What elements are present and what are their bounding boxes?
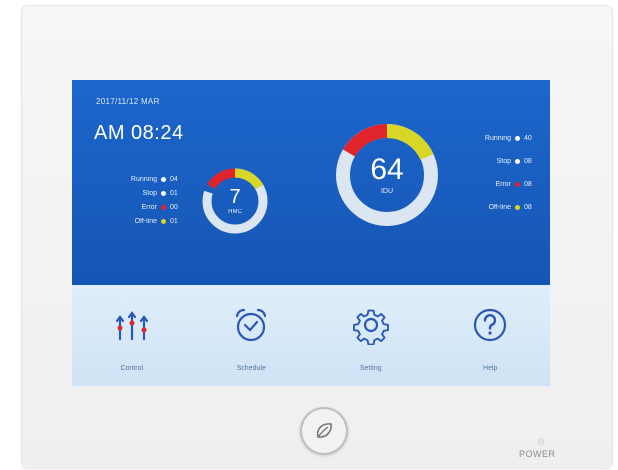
menu-label: Control (120, 365, 144, 372)
legend-value: 04 (170, 175, 178, 183)
legend-label: Running (484, 135, 511, 142)
gear-icon (349, 303, 393, 347)
idu-count: 64 (370, 153, 404, 186)
legend-value: 00 (170, 203, 178, 211)
hmc-legend: Running 04 Stop 01 Error 00 Off-line 01 (92, 172, 186, 228)
home-button[interactable] (300, 407, 348, 455)
status-dot (161, 218, 166, 224)
idu-label: IDU (380, 188, 394, 195)
hmc-label: HMC (228, 209, 242, 215)
menu-label: Help (483, 365, 498, 372)
idu-legend: Running 40 Stop 08 Error 08 Off-line 08 (420, 127, 540, 219)
legend-value: 01 (170, 189, 178, 197)
legend-label: Stop (496, 158, 511, 165)
legend-label: Stop (142, 189, 157, 197)
menu-item-control[interactable]: Control (72, 285, 192, 386)
status-dot (515, 182, 520, 187)
question-icon (468, 303, 512, 347)
legend-row-running: Running 04 (92, 172, 186, 186)
legend-row-running: Running 40 (420, 127, 540, 150)
status-dot (515, 159, 520, 164)
legend-row-stop: Stop 01 (92, 186, 186, 200)
legend-row-offline: Off-line 01 (92, 214, 186, 228)
menu-label: Schedule (236, 365, 266, 372)
time-display: AM 08:24 (94, 122, 184, 144)
hmc-donut[interactable]: 7 HMC (200, 166, 270, 236)
status-dot (161, 190, 166, 196)
power-led-indicator (539, 440, 543, 444)
legend-row-error: Error 00 (92, 200, 186, 214)
touch-screen: 2017/11/12 MAR AM 08:24 Running 04 Stop … (72, 80, 550, 386)
legend-label: Error (141, 203, 157, 211)
power-label: POWER (519, 449, 556, 459)
legend-value: 40 (524, 135, 532, 142)
legend-label: Off-line (488, 204, 511, 211)
status-dashboard: 2017/11/12 MAR AM 08:24 Running 04 Stop … (72, 80, 550, 285)
hmc-count: 7 (229, 186, 241, 208)
legend-row-offline: Off-line 08 (420, 196, 540, 219)
date-display: 2017/11/12 MAR (96, 97, 160, 106)
legend-value: 08 (524, 158, 532, 165)
legend-label: Off-line (134, 217, 157, 225)
hmc-center: 7 HMC (200, 166, 270, 236)
bottom-menu: Control Schedule Setting Help (72, 285, 550, 386)
menu-item-help[interactable]: Help (431, 285, 551, 386)
alarm-clock-icon (229, 303, 273, 347)
legend-label: Running (130, 175, 157, 183)
menu-item-schedule[interactable]: Schedule (192, 285, 312, 386)
legend-value: 08 (524, 181, 532, 188)
status-dot (161, 176, 166, 182)
menu-item-setting[interactable]: Setting (311, 285, 431, 386)
leaf-logo-icon (316, 423, 332, 438)
legend-label: Error (495, 181, 511, 188)
legend-value: 08 (524, 204, 532, 211)
status-dot (515, 136, 520, 141)
sliders-icon (110, 303, 154, 347)
legend-value: 01 (170, 217, 178, 225)
menu-label: Setting (359, 365, 382, 372)
status-dot (515, 205, 520, 210)
status-dot (161, 204, 166, 210)
legend-row-stop: Stop 08 (420, 150, 540, 173)
legend-row-error: Error 08 (420, 173, 540, 196)
